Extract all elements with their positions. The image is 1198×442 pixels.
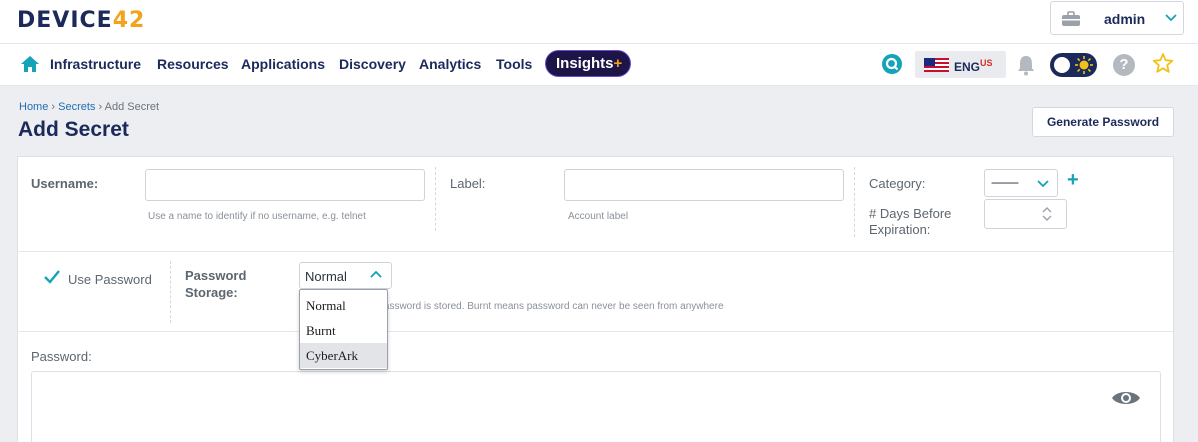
sun-icon [1075,56,1093,74]
breadcrumb-home[interactable]: Home [19,101,48,113]
category-select[interactable]: --------- [984,169,1058,197]
column-divider [170,261,171,323]
generate-password-button[interactable]: Generate Password [1032,107,1174,137]
page-title: Add Secret [18,118,129,141]
breadcrumb: Home › Secrets › Add Secret [19,101,159,113]
nav-item-infrastructure[interactable]: Infrastructure [50,56,141,72]
language-label: ENGUS [954,58,993,74]
password-storage-select[interactable]: Normal [299,262,392,289]
insights-label: Insights [556,55,614,72]
use-password-label[interactable]: Use Password [68,272,152,287]
toggle-knob [1054,57,1070,73]
password-storage-label-1: Password [185,268,247,283]
password-storage-help: e password is stored. Burnt means passwo… [370,301,724,312]
row-divider [18,251,1173,252]
column-divider [435,167,436,231]
password-label: Password: [31,349,92,364]
days-expiration-input[interactable] [984,199,1067,229]
breadcrumb-secrets[interactable]: Secrets [58,101,95,113]
username-input[interactable] [145,169,425,201]
insights-plus: + [613,55,623,72]
search-icon[interactable] [881,53,903,75]
nav-item-resources[interactable]: Resources [157,56,229,72]
username-label: Username: [31,176,99,191]
top-bar: DEVICE42 admin [0,0,1198,44]
nav-item-applications[interactable]: Applications [241,56,325,72]
spinner-icon[interactable] [1041,206,1053,222]
nav-item-discovery[interactable]: Discovery [339,56,406,72]
main-nav: Infrastructure Resources Applications Di… [0,44,1198,86]
check-icon[interactable] [43,268,61,286]
storage-option-normal[interactable]: Normal [300,293,387,318]
chevron-up-icon [370,270,382,278]
language-region: US [980,58,993,68]
insights-button[interactable]: Insights+ [545,50,631,77]
eye-icon[interactable] [1111,388,1141,408]
password-storage-dropdown: Normal Burnt CyberArk [299,289,388,370]
briefcase-icon [1062,11,1080,26]
storage-option-cyberark[interactable]: CyberArk [300,343,387,368]
logo-number: 42 [112,8,146,33]
logo-text: DEVICE [17,8,113,33]
category-value: --------- [991,175,1019,189]
breadcrumb-current: Add Secret [104,101,160,113]
chevron-down-icon [1037,180,1049,188]
label-help: Account label [568,211,629,222]
chevron-down-icon [1165,14,1177,22]
column-divider [854,167,855,237]
add-category-button[interactable]: + [1067,169,1079,192]
bell-icon[interactable] [1016,54,1036,76]
language-selector[interactable]: ENGUS [915,51,1006,78]
password-storage-label-2: Storage: [185,285,238,300]
home-icon[interactable] [20,54,40,74]
nav-item-tools[interactable]: Tools [496,56,532,72]
breadcrumb-separator: › [98,101,103,113]
password-storage-value: Normal [305,269,347,284]
language-code: ENG [954,60,981,74]
app-logo[interactable]: DEVICE42 [17,8,145,33]
nav-item-analytics[interactable]: Analytics [419,56,481,72]
storage-option-burnt[interactable]: Burnt [300,318,387,343]
user-menu[interactable]: admin [1050,1,1184,35]
category-label: Category: [869,176,926,191]
theme-toggle[interactable] [1050,53,1097,77]
flag-icon [924,58,949,72]
days-before-label: # Days Before [869,206,952,221]
username-label: admin [1104,11,1146,27]
label-input[interactable] [564,169,844,201]
help-icon[interactable]: ? [1113,54,1135,76]
username-help: Use a name to identify if no username, e… [148,211,366,222]
breadcrumb-separator: › [51,101,56,113]
row-divider [18,331,1173,332]
label-label: Label: [450,176,486,191]
star-icon[interactable] [1152,52,1174,74]
secret-form-card: Username: Use a name to identify if no u… [17,156,1174,442]
password-input[interactable] [31,371,1161,442]
expiration-label: Expiration: [869,222,931,237]
